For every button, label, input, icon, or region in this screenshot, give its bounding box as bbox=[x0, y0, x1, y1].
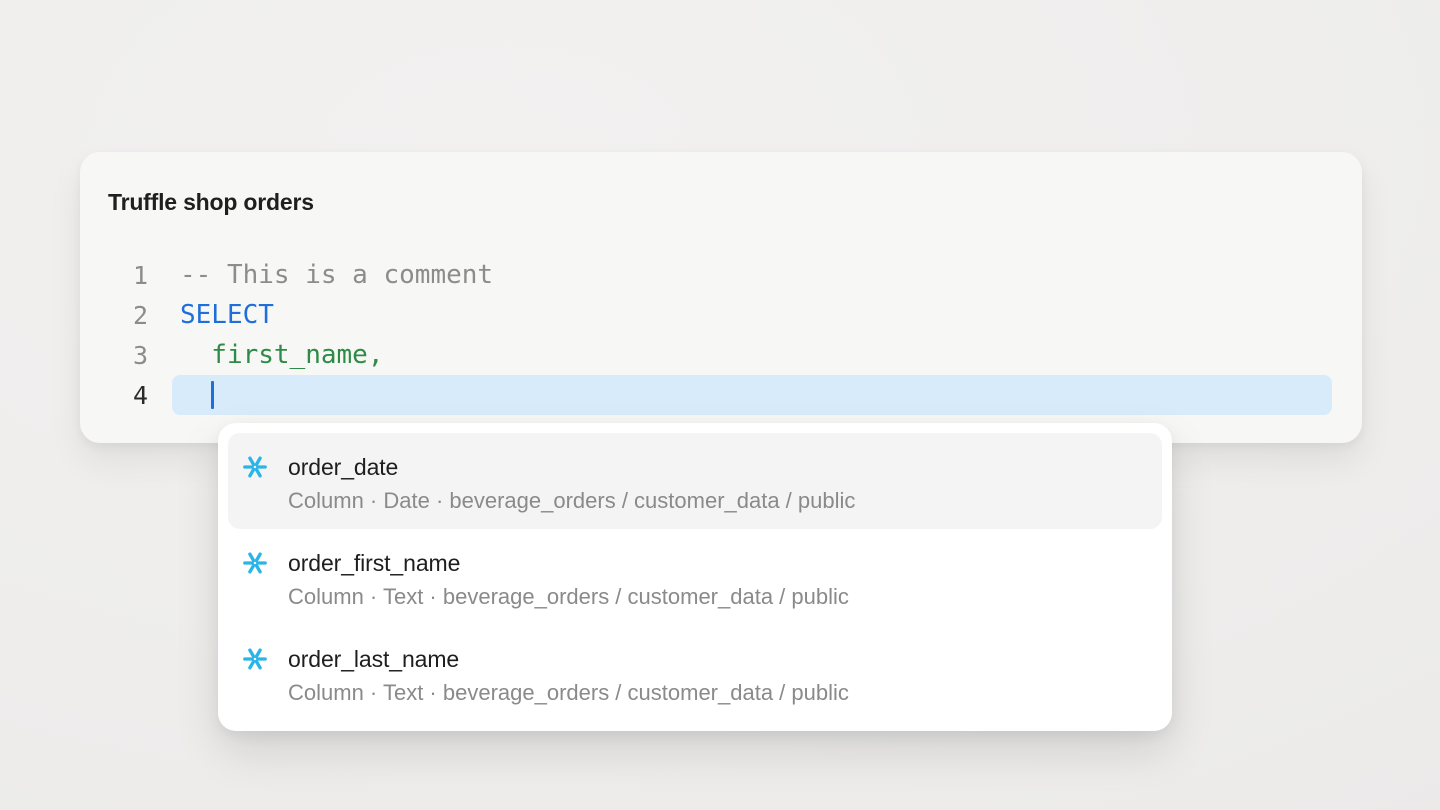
code-line-content bbox=[172, 375, 1332, 415]
autocomplete-item-subtitle: Column · Date · beverage_orders / custom… bbox=[288, 484, 855, 518]
autocomplete-item-text: order_first_nameColumn · Text · beverage… bbox=[288, 529, 849, 614]
text-cursor bbox=[211, 381, 214, 409]
autocomplete-item[interactable]: order_first_nameColumn · Text · beverage… bbox=[228, 529, 1162, 625]
autocomplete-item-subtitle: Column · Text · beverage_orders / custom… bbox=[288, 676, 849, 710]
line-number: 4 bbox=[108, 381, 148, 410]
code-token: first_name, bbox=[180, 340, 384, 370]
line-number: 2 bbox=[108, 301, 148, 330]
snowflake-icon bbox=[242, 550, 268, 576]
code-token: SELECT bbox=[180, 300, 274, 330]
code-line-content: -- This is a comment bbox=[172, 255, 1332, 295]
snowflake-icon bbox=[242, 454, 268, 480]
autocomplete-item-title: order_first_name bbox=[288, 548, 849, 578]
autocomplete-item[interactable]: order_last_nameColumn · Text · beverage_… bbox=[228, 625, 1162, 721]
autocomplete-item-title: order_date bbox=[288, 452, 855, 482]
autocomplete-item-text: order_last_nameColumn · Text · beverage_… bbox=[288, 625, 849, 710]
line-number: 1 bbox=[108, 261, 148, 290]
autocomplete-dropdown: order_dateColumn · Date · beverage_order… bbox=[218, 423, 1172, 731]
snowflake-icon bbox=[242, 646, 268, 672]
code-line-4[interactable]: 4 bbox=[108, 375, 1332, 415]
autocomplete-item-text: order_dateColumn · Date · beverage_order… bbox=[288, 433, 855, 518]
autocomplete-item[interactable]: order_dateColumn · Date · beverage_order… bbox=[228, 433, 1162, 529]
code-token: -- This is a comment bbox=[180, 260, 493, 290]
sql-editor-card: Truffle shop orders 1 -- This is a commen… bbox=[80, 152, 1362, 443]
code-line-content: SELECT bbox=[172, 295, 1332, 335]
autocomplete-item-title: order_last_name bbox=[288, 644, 849, 674]
autocomplete-item-subtitle: Column · Text · beverage_orders / custom… bbox=[288, 580, 849, 614]
code-line-2[interactable]: 2 SELECT bbox=[108, 295, 1332, 335]
line-number: 3 bbox=[108, 341, 148, 370]
code-line-3[interactable]: 3 first_name, bbox=[108, 335, 1332, 375]
code-editor[interactable]: 1 -- This is a comment 2 SELECT 3 first_name… bbox=[108, 255, 1332, 415]
worksheet-title: Truffle shop orders bbox=[108, 189, 314, 216]
code-line-content: first_name, bbox=[172, 335, 1332, 375]
code-line-1[interactable]: 1 -- This is a comment bbox=[108, 255, 1332, 295]
